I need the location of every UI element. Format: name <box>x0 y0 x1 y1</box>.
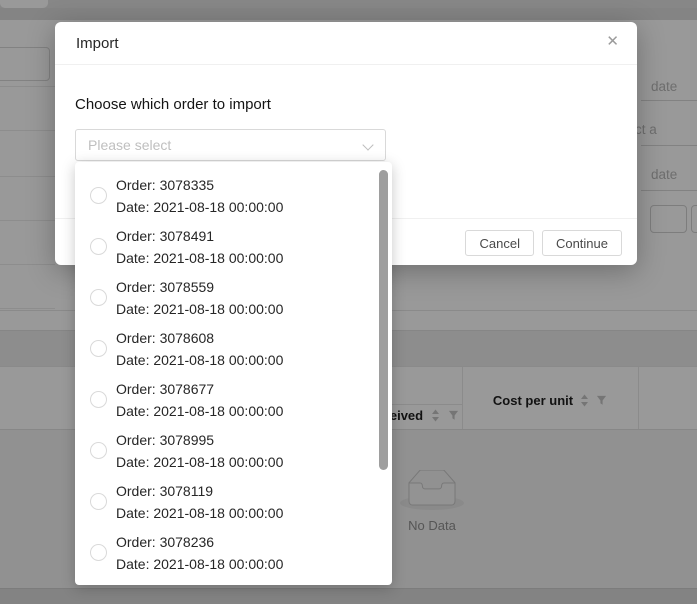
close-icon[interactable]: ✕ <box>606 34 619 49</box>
option-order-text: Order: 3078119 <box>116 480 283 502</box>
option-date-text: Date: 2021-08-18 00:00:00 <box>116 502 283 524</box>
radio-icon[interactable] <box>90 340 107 357</box>
cancel-button[interactable]: Cancel <box>465 230 533 256</box>
radio-icon[interactable] <box>90 289 107 306</box>
option-date-text: Date: 2021-08-18 00:00:00 <box>116 553 283 575</box>
option-date-text: Date: 2021-08-18 00:00:00 <box>116 247 283 269</box>
option-order-text: Order: 3078677 <box>116 378 283 400</box>
scrollbar-thumb[interactable] <box>379 170 388 470</box>
radio-icon[interactable] <box>90 391 107 408</box>
radio-icon[interactable] <box>90 442 107 459</box>
order-option[interactable]: Order: 3078119 Date: 2021-08-18 00:00:00 <box>75 476 392 527</box>
order-select[interactable]: Please select <box>75 129 386 161</box>
modal-header: Import ✕ <box>55 22 637 65</box>
radio-icon[interactable] <box>90 187 107 204</box>
order-option[interactable]: Order: 3078559 Date: 2021-08-18 00:00:00 <box>75 272 392 323</box>
choose-order-label: Choose which order to import <box>75 96 271 113</box>
option-date-text: Date: 2021-08-18 00:00:00 <box>116 349 283 371</box>
option-date-text: Date: 2021-08-18 00:00:00 <box>116 196 283 218</box>
option-order-text: Order: 3078335 <box>116 174 283 196</box>
option-order-text: Order: 3078608 <box>116 327 283 349</box>
order-option[interactable]: Order: 3078236 Date: 2021-08-18 00:00:00 <box>75 527 392 578</box>
select-placeholder: Please select <box>88 137 171 153</box>
modal-title: Import <box>76 35 119 52</box>
order-option[interactable]: Order: 3078335 Date: 2021-08-18 00:00:00 <box>75 170 392 221</box>
import-dialog-screen: date Select a date Received Cost per uni… <box>0 0 697 604</box>
order-option[interactable]: Order: 3078491 Date: 2021-08-18 00:00:00 <box>75 221 392 272</box>
radio-icon[interactable] <box>90 238 107 255</box>
modal-footer: Cancel Continue <box>465 230 622 256</box>
option-order-text: Order: 3078491 <box>116 225 283 247</box>
order-option[interactable]: Order: 3078608 Date: 2021-08-18 00:00:00 <box>75 323 392 374</box>
order-option-list: Order: 3078335 Date: 2021-08-18 00:00:00… <box>75 162 392 578</box>
option-order-text: Order: 3078236 <box>116 531 283 553</box>
continue-button[interactable]: Continue <box>542 230 622 256</box>
order-option[interactable]: Order: 3078677 Date: 2021-08-18 00:00:00 <box>75 374 392 425</box>
option-date-text: Date: 2021-08-18 00:00:00 <box>116 298 283 320</box>
order-select-dropdown: Order: 3078335 Date: 2021-08-18 00:00:00… <box>75 162 392 585</box>
radio-icon[interactable] <box>90 493 107 510</box>
option-date-text: Date: 2021-08-18 00:00:00 <box>116 400 283 422</box>
option-date-text: Date: 2021-08-18 00:00:00 <box>116 451 283 473</box>
option-order-text: Order: 3078995 <box>116 429 283 451</box>
order-option[interactable]: Order: 3078995 Date: 2021-08-18 00:00:00 <box>75 425 392 476</box>
option-order-text: Order: 3078559 <box>116 276 283 298</box>
radio-icon[interactable] <box>90 544 107 561</box>
chevron-down-icon <box>362 139 373 150</box>
